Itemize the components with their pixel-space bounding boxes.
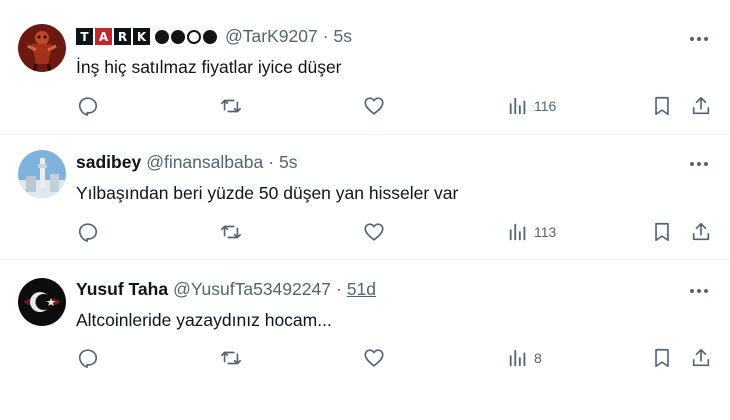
bookmark-button[interactable] (651, 346, 673, 370)
skyline-tower-avatar-icon (18, 150, 66, 198)
heart-icon (364, 223, 384, 241)
tweet[interactable]: T A R K @TarK9207 · 5s İnş hiç satılmaz … (0, 0, 730, 135)
views-count: 8 (534, 350, 542, 366)
tweet-text: Yılbaşından beri yüzde 50 düşen yan hiss… (76, 183, 459, 203)
separator-dot: · (335, 279, 342, 299)
bookmark-icon (655, 222, 669, 242)
tweet-actions: 8 (0, 346, 730, 370)
retweet-button[interactable] (220, 220, 242, 244)
tweet-header: Yusuf Taha @YusufTa53492247 · 51d (76, 279, 376, 300)
views-count: 113 (534, 224, 557, 240)
more-options-button[interactable] (688, 153, 710, 175)
bookmark-button[interactable] (651, 220, 673, 244)
separator-dot: · (322, 26, 329, 46)
logo-letter: A (95, 28, 112, 45)
more-options-button[interactable] (688, 28, 710, 50)
share-icon (692, 96, 710, 115)
reply-icon (78, 223, 98, 242)
avatar[interactable] (18, 150, 66, 198)
tweet-time[interactable]: 5s (279, 152, 297, 173)
display-name[interactable]: sadibey (76, 152, 141, 173)
bookmark-icon (655, 96, 669, 116)
display-name[interactable]: Yusuf Taha (76, 279, 168, 300)
more-options-button[interactable] (688, 280, 710, 302)
tweet-text: Altcoinleride yazaydınız hocam... (76, 310, 332, 330)
avatar[interactable] (18, 278, 66, 326)
separator-dot: · (268, 152, 275, 172)
share-icon (692, 348, 710, 367)
retweet-icon (221, 99, 241, 113)
like-button[interactable] (363, 94, 385, 118)
bookmark-icon (655, 348, 669, 368)
more-dots-icon (690, 289, 708, 293)
logo-letter: R (114, 28, 131, 45)
reply-button[interactable] (77, 220, 99, 244)
retweet-button[interactable] (220, 94, 242, 118)
tweet[interactable]: Yusuf Taha @YusufTa53492247 · 51d Altcoi… (0, 260, 730, 420)
like-button[interactable] (363, 346, 385, 370)
logo-letter: K (133, 28, 150, 45)
reply-button[interactable] (77, 94, 99, 118)
reply-icon (78, 349, 98, 368)
display-name-logo[interactable]: T A R K (76, 28, 219, 45)
reply-button[interactable] (77, 346, 99, 370)
heart-icon (364, 349, 384, 367)
tweet-time[interactable]: 5s (334, 26, 352, 47)
share-button[interactable] (690, 220, 712, 244)
retweet-icon (221, 225, 241, 239)
avatar[interactable] (18, 24, 66, 72)
crescent-star-avatar-icon (18, 278, 66, 326)
tweet-header: sadibey @finansalbaba · 5s (76, 152, 298, 173)
logo-letter: T (76, 28, 93, 45)
bookmark-button[interactable] (651, 94, 673, 118)
more-dots-icon (690, 37, 708, 41)
views-button[interactable]: 8 (507, 346, 542, 370)
share-button[interactable] (690, 94, 712, 118)
share-icon (692, 222, 710, 241)
tweet-feed: T A R K @TarK9207 · 5s İnş hiç satılmaz … (0, 0, 730, 420)
tweet-actions: 116 (0, 94, 730, 118)
user-handle[interactable]: @finansalbaba (146, 152, 263, 173)
user-handle[interactable]: @TarK9207 (225, 26, 318, 47)
share-button[interactable] (690, 346, 712, 370)
tweet-header: T A R K @TarK9207 · 5s (76, 26, 352, 47)
tweet[interactable]: sadibey @finansalbaba · 5s Yılbaşından b… (0, 135, 730, 260)
like-button[interactable] (363, 220, 385, 244)
tweet-actions: 113 (0, 220, 730, 244)
views-chart-icon (509, 97, 526, 115)
views-button[interactable]: 113 (507, 220, 556, 244)
views-count: 116 (534, 98, 557, 114)
heart-icon (364, 97, 384, 115)
retweet-button[interactable] (220, 346, 242, 370)
retweet-icon (221, 351, 241, 365)
red-mask-figure-avatar-icon (18, 24, 66, 72)
views-chart-icon (509, 223, 526, 241)
tweet-time[interactable]: 51d (347, 279, 376, 300)
views-chart-icon (509, 349, 526, 367)
reply-icon (78, 97, 98, 116)
dots-icon (155, 29, 219, 44)
views-button[interactable]: 116 (507, 94, 556, 118)
user-handle[interactable]: @YusufTa53492247 (173, 279, 331, 300)
tweet-text: İnş hiç satılmaz fiyatlar iyice düşer (76, 57, 342, 77)
more-dots-icon (690, 162, 708, 166)
